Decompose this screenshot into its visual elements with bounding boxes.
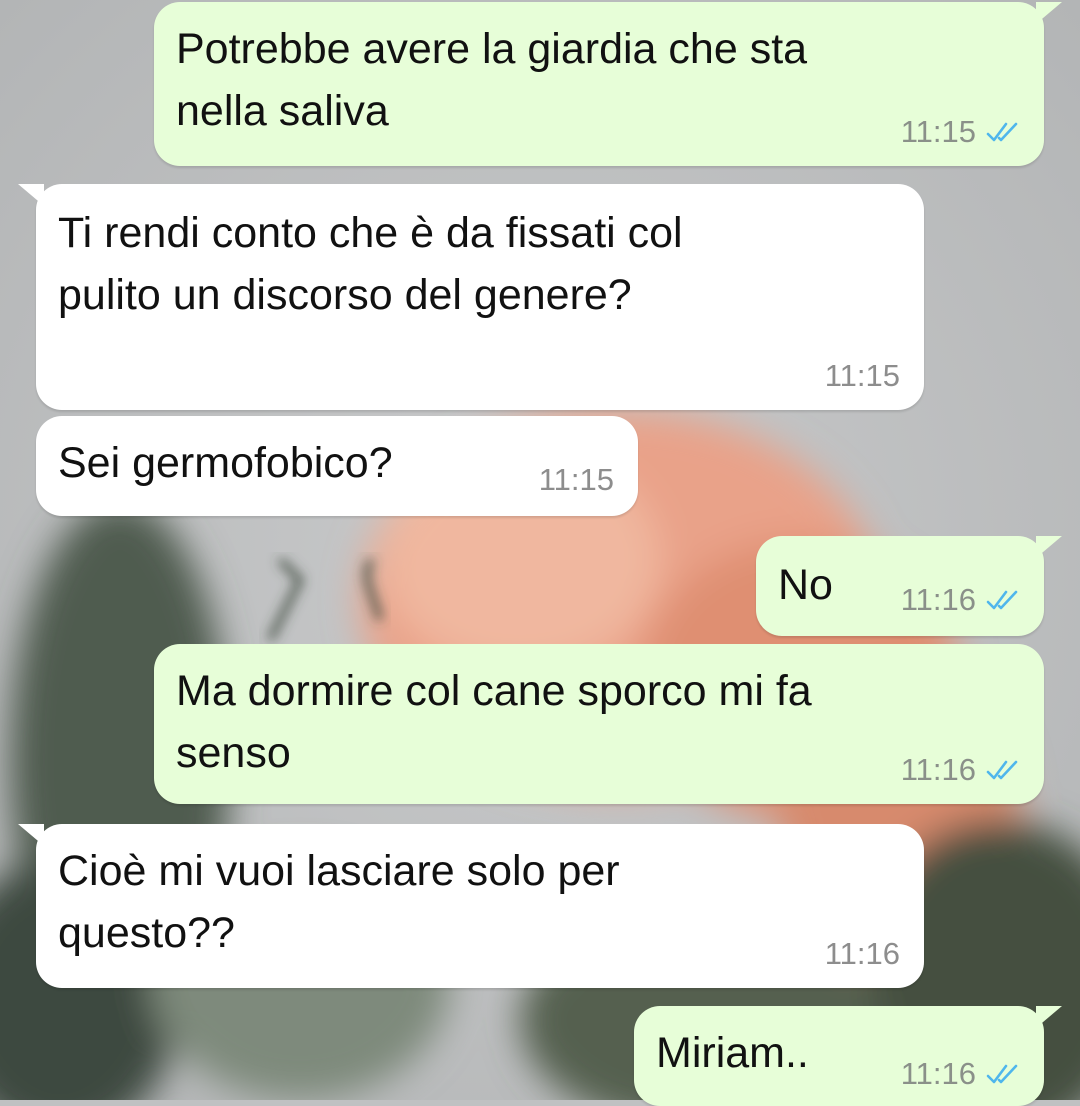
message-outgoing[interactable]: Ma dormire col cane sporco mi fa senso 1… xyxy=(154,644,1044,804)
message-meta: 11:16 xyxy=(901,752,1020,788)
message-time: 11:16 xyxy=(900,582,976,617)
bubble-tail xyxy=(1036,2,1062,24)
message-outgoing[interactable]: Miriam.. 11:16 xyxy=(634,1006,1062,1106)
message-incoming[interactable]: Cioè mi vuoi lasciare solo per questo?? … xyxy=(18,824,924,988)
message-text: Cioè mi vuoi lasciare solo per questo?? xyxy=(58,847,620,957)
bubble-tail xyxy=(18,824,44,846)
double-check-icon xyxy=(986,760,1018,780)
message-time: 11:15 xyxy=(900,114,976,149)
message-outgoing[interactable]: No 11:16 xyxy=(756,536,1062,636)
double-check-icon xyxy=(986,590,1018,610)
message-time: 11:16 xyxy=(824,936,900,971)
message-meta: 11:15 xyxy=(825,358,900,394)
message-text: Ti rendi conto che è da fissati col puli… xyxy=(58,209,683,319)
message-text: Miriam.. xyxy=(656,1029,809,1077)
message-meta: 11:15 xyxy=(901,114,1020,150)
message-incoming[interactable]: Sei germofobico? 11:15 xyxy=(36,416,638,516)
bubble-tail xyxy=(1036,536,1062,558)
message-meta: 11:16 xyxy=(825,936,900,972)
message-text: Potrebbe avere la giardia che sta nella … xyxy=(176,25,808,135)
double-check-icon xyxy=(986,122,1018,142)
bubble-tail xyxy=(18,184,44,206)
double-check-icon xyxy=(986,1064,1018,1084)
message-meta: 11:16 xyxy=(901,582,1020,618)
message-time: 11:15 xyxy=(824,358,900,393)
message-meta: 11:16 xyxy=(901,1056,1020,1092)
message-time: 11:16 xyxy=(900,1056,976,1091)
message-meta: 11:15 xyxy=(539,462,614,498)
message-time: 11:15 xyxy=(538,462,614,497)
message-text: Ma dormire col cane sporco mi fa senso xyxy=(176,667,812,777)
message-text: Sei germofobico? xyxy=(58,439,393,487)
conversation: Potrebbe avere la giardia che sta nella … xyxy=(0,0,1080,1106)
message-time: 11:16 xyxy=(900,752,976,787)
message-text: No xyxy=(778,561,833,609)
message-outgoing[interactable]: Potrebbe avere la giardia che sta nella … xyxy=(154,2,1062,166)
message-incoming[interactable]: Ti rendi conto che è da fissati col puli… xyxy=(18,184,924,410)
bubble-tail xyxy=(1036,1006,1062,1028)
